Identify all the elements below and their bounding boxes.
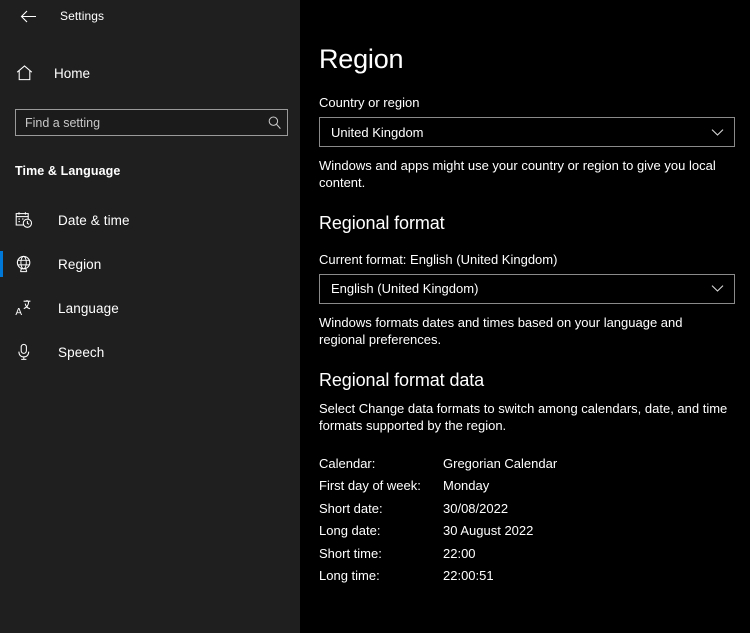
settings-window: Settings Home Time & Language <box>0 0 750 633</box>
selection-indicator <box>0 251 3 277</box>
chevron-down-icon <box>709 128 725 137</box>
sidebar-item-speech-label: Speech <box>58 344 105 360</box>
row-key: Long date: <box>319 523 381 539</box>
table-row: Long time: 22:00:51 <box>319 568 750 591</box>
row-key: First day of week: <box>319 478 421 494</box>
sidebar-item-language[interactable]: A Language <box>0 286 300 330</box>
regional-format-data-table: Calendar: Gregorian Calendar First day o… <box>319 456 750 591</box>
sidebar-group-title: Time & Language <box>15 164 121 178</box>
regional-format-dropdown[interactable]: English (United Kingdom) <box>319 273 735 304</box>
app-title: Settings <box>60 9 105 23</box>
regional-format-data-description: Select Change data formats to switch amo… <box>319 401 728 434</box>
row-value: 22:00 <box>443 545 476 561</box>
search-input[interactable] <box>16 115 261 130</box>
sidebar-item-region[interactable]: Region <box>0 242 300 286</box>
search-icon[interactable] <box>261 115 287 130</box>
row-value: Monday <box>443 478 490 494</box>
country-or-region-label: Country or region <box>319 95 420 110</box>
sidebar-item-language-label: Language <box>58 300 119 316</box>
regional-format-heading: Regional format <box>319 212 445 233</box>
title-bar: Settings <box>0 0 300 32</box>
table-row: First day of week: Monday <box>319 478 750 501</box>
chevron-down-icon <box>709 284 725 293</box>
table-row: Long date: 30 August 2022 <box>319 523 750 546</box>
row-key: Calendar: <box>319 455 376 471</box>
current-format-label: Current format: English (United Kingdom) <box>319 251 558 267</box>
back-arrow-icon <box>20 10 37 23</box>
sidebar-item-region-label: Region <box>58 256 102 272</box>
regional-format-value: English (United Kingdom) <box>331 281 479 297</box>
row-key: Short date: <box>319 500 383 516</box>
globe-region-icon <box>15 255 39 273</box>
home-icon <box>16 65 38 81</box>
main-content: Region Country or region United Kingdom … <box>300 0 750 633</box>
page-title: Region <box>319 44 404 74</box>
search-box[interactable] <box>15 109 288 136</box>
sidebar-nav: Date & time Region A Language Speech <box>0 198 300 374</box>
sidebar-item-date-time[interactable]: Date & time <box>0 198 300 242</box>
table-row: Short date: 30/08/2022 <box>319 501 750 524</box>
sidebar-item-speech[interactable]: Speech <box>0 330 300 374</box>
row-value: 30/08/2022 <box>443 500 509 516</box>
calendar-clock-icon <box>15 211 39 229</box>
row-value: 22:00:51 <box>443 568 494 584</box>
sidebar-item-date-time-label: Date & time <box>58 212 130 228</box>
table-row: Short time: 22:00 <box>319 546 750 569</box>
country-or-region-dropdown[interactable]: United Kingdom <box>319 117 735 147</box>
svg-text:A: A <box>15 307 22 317</box>
table-row: Calendar: Gregorian Calendar <box>319 456 750 479</box>
country-or-region-value: United Kingdom <box>331 124 424 140</box>
language-icon: A <box>15 299 39 317</box>
back-button[interactable] <box>12 3 44 29</box>
row-key: Short time: <box>319 545 382 561</box>
row-value: 30 August 2022 <box>443 523 534 539</box>
microphone-icon <box>15 343 39 361</box>
sidebar-item-home-label: Home <box>54 65 91 81</box>
regional-format-data-heading: Regional format data <box>319 370 485 391</box>
sidebar: Settings Home Time & Language <box>0 0 300 633</box>
country-or-region-helper: Windows and apps might use your country … <box>319 158 716 191</box>
row-value: Gregorian Calendar <box>443 455 558 471</box>
row-key: Long time: <box>319 568 380 584</box>
sidebar-item-home[interactable]: Home <box>0 56 300 90</box>
regional-format-helper: Windows formats dates and times based on… <box>319 314 683 347</box>
